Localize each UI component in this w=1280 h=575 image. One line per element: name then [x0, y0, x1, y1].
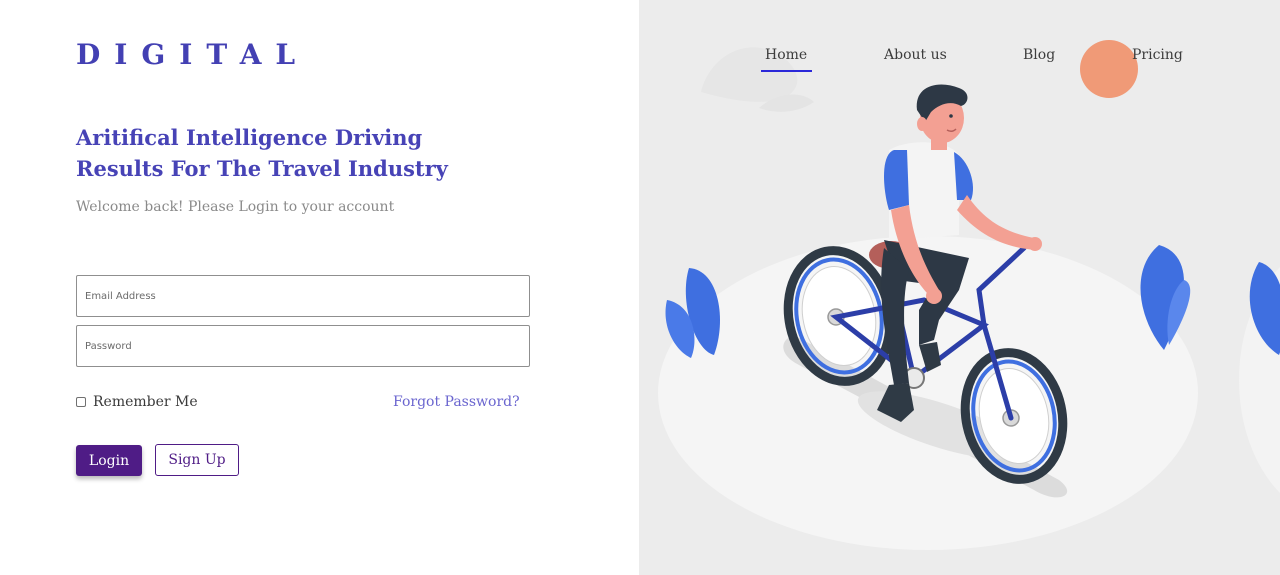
brand-logo: DIGITAL — [76, 38, 310, 71]
signup-button[interactable]: Sign Up — [155, 444, 239, 476]
sun-circle — [1080, 40, 1138, 98]
login-panel: DIGITAL Aritifical Intelligence Driving … — [0, 0, 639, 575]
bicycle-illustration — [658, 40, 1280, 550]
login-button[interactable]: Login — [76, 445, 142, 476]
welcome-subtitle: Welcome back! Please Login to your accou… — [76, 199, 395, 215]
rider-head — [916, 84, 968, 150]
forgot-password-link[interactable]: Forgot Password? — [393, 394, 520, 410]
remember-me-label: Remember Me — [93, 394, 198, 410]
remember-me[interactable]: Remember Me — [76, 394, 198, 410]
page-headline: Aritifical Intelligence Driving Results … — [76, 122, 496, 184]
password-field[interactable] — [76, 325, 530, 367]
nav-blog[interactable]: Blog — [1023, 47, 1055, 63]
headline-line-2: Results For The Travel Industry — [76, 156, 448, 181]
nav-home-active-indicator — [761, 70, 812, 72]
email-field[interactable] — [76, 275, 530, 317]
remember-me-checkbox[interactable] — [76, 397, 86, 407]
nav-pricing[interactable]: Pricing — [1132, 47, 1183, 63]
headline-line-1: Aritifical Intelligence Driving — [76, 125, 423, 150]
nav-about-us[interactable]: About us — [884, 47, 947, 63]
nav-home[interactable]: Home — [765, 47, 807, 63]
